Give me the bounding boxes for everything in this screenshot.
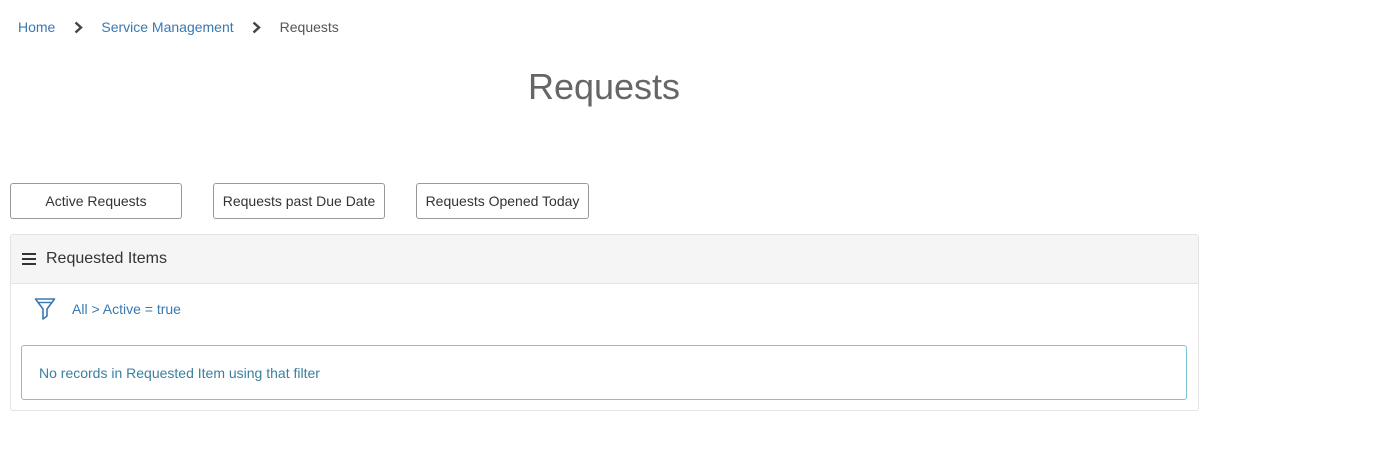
breadcrumb-home-link[interactable]: Home xyxy=(18,19,55,35)
requests-opened-today-button[interactable]: Requests Opened Today xyxy=(416,183,589,219)
requests-past-due-date-button[interactable]: Requests past Due Date xyxy=(213,183,385,219)
filter-condition-link[interactable]: All > Active = true xyxy=(72,301,181,317)
panel-header: Requested Items xyxy=(11,235,1198,284)
breadcrumb: Home Service Management Requests xyxy=(18,17,339,37)
no-records-alert: No records in Requested Item using that … xyxy=(21,345,1187,400)
requested-items-panel: Requested Items All > Active = true No r… xyxy=(10,234,1199,411)
page-title: Requests xyxy=(527,66,681,107)
chevron-right-icon xyxy=(234,21,280,34)
chevron-right-icon xyxy=(55,21,101,34)
breadcrumb-current: Requests xyxy=(279,19,339,35)
filter-breadcrumb: All > Active = true xyxy=(34,295,181,323)
breadcrumb-service-management-link[interactable]: Service Management xyxy=(101,19,233,35)
funnel-icon[interactable] xyxy=(34,297,56,321)
hamburger-menu-icon[interactable] xyxy=(22,253,36,265)
panel-title: Requested Items xyxy=(46,250,167,267)
active-requests-button[interactable]: Active Requests xyxy=(10,183,182,219)
